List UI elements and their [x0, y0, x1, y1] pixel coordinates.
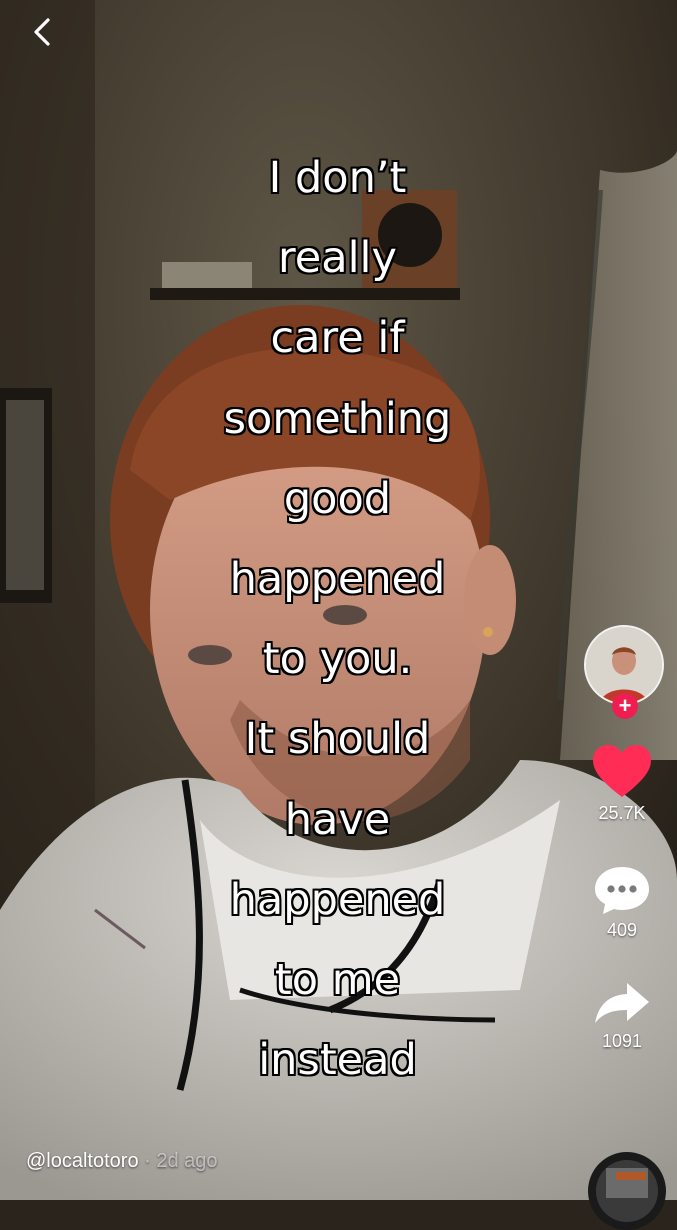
- caption-line: something: [223, 393, 452, 444]
- comment-count: 409: [606, 920, 638, 940]
- sound-disc-button[interactable]: [588, 1152, 666, 1230]
- caption-line: have: [284, 794, 391, 845]
- share-button[interactable]: 1091: [593, 979, 651, 1052]
- like-count: 25.7K: [598, 803, 646, 823]
- caption-line: instead: [258, 1035, 417, 1086]
- avatar-image: [586, 627, 662, 703]
- caption-line: to you.: [262, 634, 413, 685]
- heart-icon: [593, 745, 651, 797]
- caption-line: happened: [229, 874, 446, 925]
- chevron-left-icon: [34, 18, 50, 46]
- creator-avatar-button[interactable]: +: [584, 625, 664, 719]
- share-arrow-icon: [595, 983, 649, 1023]
- video-caption-overlay: I don’t really care if something good ha…: [120, 138, 555, 1100]
- post-meta: @localtotoro · 2d ago: [26, 1150, 218, 1173]
- caption-line: I don’t: [268, 153, 407, 203]
- post-age: 2d ago: [156, 1150, 218, 1172]
- plus-icon: +: [618, 693, 632, 718]
- follow-plus-button[interactable]: +: [612, 693, 638, 719]
- music-disc-icon: [596, 1160, 658, 1222]
- share-count: 1091: [601, 1031, 643, 1051]
- action-rail: + 25.7K 409 1091: [567, 625, 677, 1052]
- meta-separator: ·: [144, 1150, 151, 1172]
- comment-bubble-icon: [595, 867, 649, 914]
- caption-line: good: [283, 473, 392, 524]
- caption-line: to me: [274, 955, 401, 1006]
- like-button[interactable]: 25.7K: [591, 743, 653, 824]
- caption-line: It should: [244, 714, 431, 765]
- back-button[interactable]: [22, 12, 62, 52]
- author-username[interactable]: @localtotoro: [26, 1150, 139, 1172]
- caption-line: care if: [270, 313, 405, 364]
- caption-line: happened: [229, 554, 446, 605]
- caption-line: really: [278, 233, 397, 284]
- comment-button[interactable]: 409: [593, 864, 651, 941]
